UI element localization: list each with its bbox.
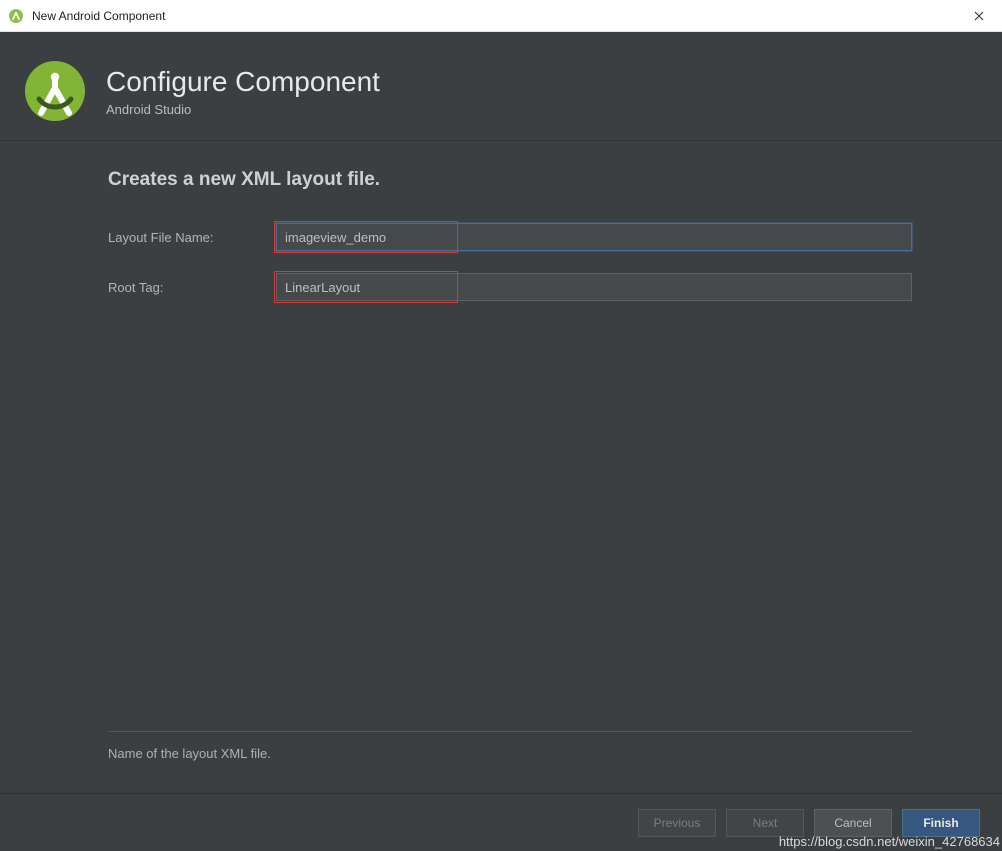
main-area: Creates a new XML layout file. Layout Fi… [0, 141, 1002, 793]
titlebar: New Android Component [0, 0, 1002, 32]
header-title: Configure Component [106, 66, 380, 98]
hint-text: Name of the layout XML file. [108, 746, 912, 761]
cancel-button[interactable]: Cancel [814, 809, 892, 837]
section-title: Creates a new XML layout file. [108, 169, 912, 191]
form-row-root-tag: Root Tag: [108, 273, 912, 301]
form-row-layout-file-name: Layout File Name: [108, 223, 912, 251]
dialog-header: Configure Component Android Studio [0, 32, 1002, 140]
window-title: New Android Component [32, 9, 165, 23]
root-tag-label: Root Tag: [108, 280, 276, 295]
layout-file-name-label: Layout File Name: [108, 230, 276, 245]
next-button[interactable]: Next [726, 809, 804, 837]
dialog-footer: Previous Next Cancel Finish https://blog… [0, 793, 1002, 851]
close-button[interactable] [956, 0, 1002, 32]
layout-file-name-input-wrap [276, 223, 912, 251]
header-subtitle: Android Studio [106, 102, 380, 117]
finish-button[interactable]: Finish [902, 809, 980, 837]
root-tag-input-wrap [276, 273, 912, 301]
android-studio-logo-icon [24, 60, 86, 122]
root-tag-input[interactable] [276, 273, 912, 301]
dialog-content: Configure Component Android Studio Creat… [0, 32, 1002, 851]
close-icon [974, 11, 984, 21]
layout-file-name-input[interactable] [276, 223, 912, 251]
hint-divider [108, 731, 912, 732]
header-text: Configure Component Android Studio [106, 66, 380, 117]
previous-button[interactable]: Previous [638, 809, 716, 837]
android-studio-icon [8, 8, 24, 24]
